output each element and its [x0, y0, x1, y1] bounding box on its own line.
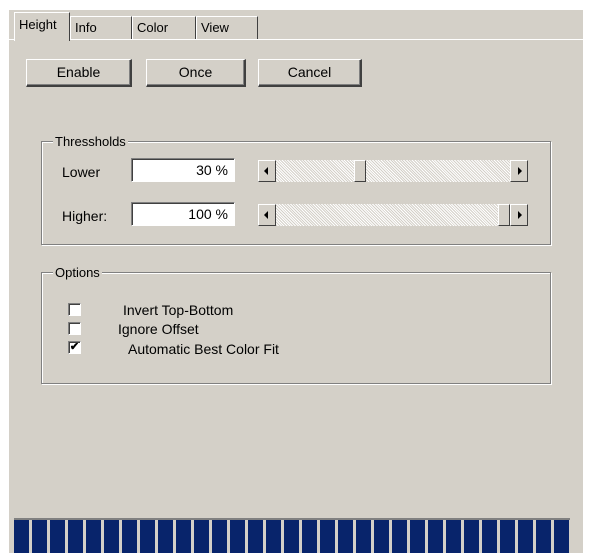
automatic-best-color-fit-label: Automatic Best Color Fit: [128, 341, 279, 357]
lower-threshold-slider-thumb[interactable]: [354, 160, 366, 182]
higher-label: Higher:: [62, 208, 108, 224]
tab-color-label: Color: [137, 20, 169, 35]
higher-threshold-slider-thumb[interactable]: [498, 204, 510, 226]
invert-top-bottom-checkbox[interactable]: [68, 303, 81, 316]
invert-top-bottom-label: Invert Top-Bottom: [123, 302, 234, 318]
scroll-left-arrow-icon[interactable]: [258, 204, 276, 226]
higher-threshold-field[interactable]: 100 %: [131, 202, 235, 226]
tab-height[interactable]: Height: [14, 12, 70, 41]
tab-view-label: View: [201, 20, 229, 35]
tab-view[interactable]: View: [196, 16, 258, 39]
lower-threshold-field[interactable]: 30 %: [131, 158, 235, 182]
ignore-offset-label: Ignore Offset: [118, 321, 199, 337]
progress-bar: [14, 518, 570, 553]
scroll-left-arrow-icon[interactable]: [258, 160, 276, 182]
cancel-button[interactable]: Cancel: [258, 59, 362, 87]
options-title: Options: [53, 265, 102, 280]
tab-info-label: Info: [75, 20, 97, 35]
thresholds-title: Thressholds: [53, 134, 128, 149]
lower-threshold-scrollbar[interactable]: [258, 160, 528, 182]
thresholds-group: [41, 141, 551, 245]
scroll-right-arrow-icon[interactable]: [510, 160, 528, 182]
automatic-best-color-fit-checkbox[interactable]: ✔: [68, 341, 81, 354]
tab-info[interactable]: Info: [70, 16, 132, 39]
lower-label: Lower: [62, 164, 101, 180]
scroll-right-arrow-icon[interactable]: [510, 204, 528, 226]
once-button[interactable]: Once: [146, 59, 246, 87]
panel-top-edge: [9, 39, 583, 40]
higher-threshold-scrollbar[interactable]: [258, 204, 528, 226]
tab-height-label: Height: [19, 17, 57, 32]
ignore-offset-checkbox[interactable]: [68, 322, 81, 335]
tab-color[interactable]: Color: [132, 16, 196, 39]
enable-button[interactable]: Enable: [26, 59, 132, 87]
